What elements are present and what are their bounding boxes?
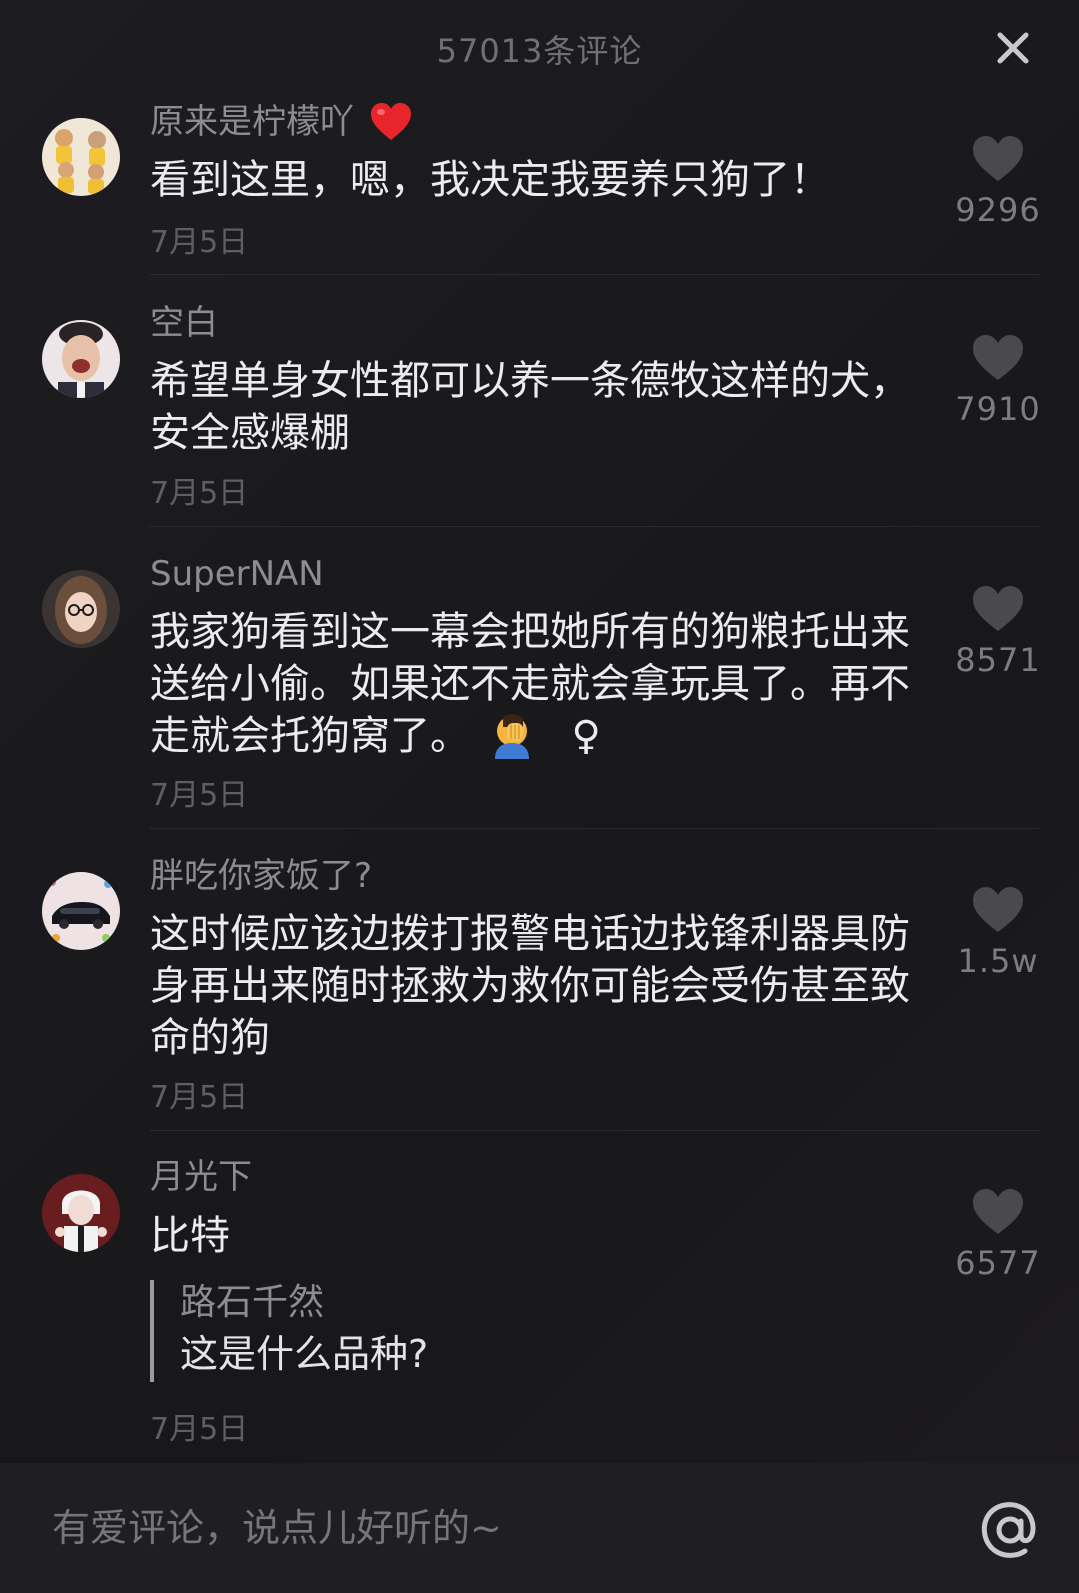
- like-button[interactable]: 6577: [943, 1188, 1053, 1282]
- reply-text: 这是什么品种?: [180, 1332, 429, 1376]
- like-button[interactable]: 7910: [943, 334, 1053, 428]
- like-button[interactable]: 9296: [943, 135, 1053, 229]
- close-button[interactable]: [987, 22, 1039, 74]
- close-icon: [997, 32, 1029, 64]
- like-count: 8571: [955, 641, 1041, 679]
- anime-avatar-image: [42, 1174, 120, 1252]
- comment-text[interactable]: 比特: [150, 1210, 910, 1262]
- comment-input-bar: [0, 1463, 1079, 1593]
- comment-username[interactable]: 月光下: [150, 1157, 252, 1197]
- laughing-man-avatar-image: [42, 320, 120, 398]
- like-count: 7910: [955, 390, 1041, 428]
- comment-text[interactable]: 希望单身女性都可以养一条德牧这样的犬，安全感爆棚: [150, 355, 910, 459]
- heart-icon: [973, 1189, 1023, 1234]
- comment-text[interactable]: 我家狗看到这一幕会把她所有的狗粮托出来 送给小偷。如果还不走就会拿玩具了。再不走…: [150, 606, 910, 762]
- heart-icon: [973, 335, 1023, 380]
- comments-header: 57013条评论: [0, 0, 1079, 100]
- comment-username[interactable]: 空白: [150, 303, 218, 343]
- comment-input[interactable]: [50, 1499, 914, 1557]
- comment-text[interactable]: 这时候应该边拨打报警电话边找锋利器具防身再出来随时拯救为救你可能会受伤甚至致命的…: [150, 908, 910, 1064]
- comments-panel: 57013条评论 原来是柠檬吖 看到这里，嗯，我决定我要养只狗了！ 7月5日 9…: [0, 0, 1079, 1593]
- comment-username[interactable]: 胖吃你家饭了?: [150, 856, 372, 896]
- mention-button[interactable]: [979, 1499, 1041, 1561]
- comment-date: 7月5日: [150, 778, 249, 813]
- like-count: 6577: [955, 1244, 1041, 1282]
- comment-date: 7月5日: [150, 476, 249, 511]
- avatar[interactable]: [42, 570, 120, 648]
- comment-date: 7月5日: [150, 1412, 249, 1447]
- comment-date: 7月5日: [150, 225, 249, 260]
- divider: [150, 526, 1039, 527]
- comment-count-title: 57013条评论: [436, 32, 643, 70]
- like-count: 9296: [955, 191, 1041, 229]
- comment-date: 7月5日: [150, 1080, 249, 1115]
- red-heart-emoji: [370, 102, 411, 140]
- car-avatar-image: [42, 872, 120, 950]
- heart-icon: [973, 586, 1023, 631]
- like-count: 1.5w: [957, 942, 1039, 980]
- divider: [150, 274, 1039, 275]
- woman-glasses-avatar-image: [42, 570, 120, 648]
- divider: [150, 828, 1039, 829]
- avatar[interactable]: [42, 118, 120, 196]
- like-button[interactable]: 8571: [943, 585, 1053, 679]
- heart-icon: [973, 136, 1023, 181]
- quoted-reply[interactable]: 路石千然 这是什么品种?: [150, 1280, 780, 1382]
- at-icon: [981, 1502, 1036, 1558]
- divider: [150, 1130, 1039, 1131]
- avatar[interactable]: [42, 1174, 120, 1252]
- comment-username[interactable]: SuperNAN: [150, 554, 324, 594]
- kids-avatar-image: [42, 118, 120, 196]
- like-button[interactable]: 1.5w: [943, 886, 1053, 980]
- reply-username: 路石千然: [180, 1282, 325, 1323]
- avatar[interactable]: [42, 320, 120, 398]
- heart-icon: [973, 887, 1023, 932]
- facepalm-emoji: [494, 714, 529, 759]
- comment-text[interactable]: 看到这里，嗯，我决定我要养只狗了！: [150, 154, 910, 206]
- female-sign: ♀: [571, 713, 601, 759]
- avatar[interactable]: [42, 872, 120, 950]
- comment-username[interactable]: 原来是柠檬吖: [150, 102, 413, 142]
